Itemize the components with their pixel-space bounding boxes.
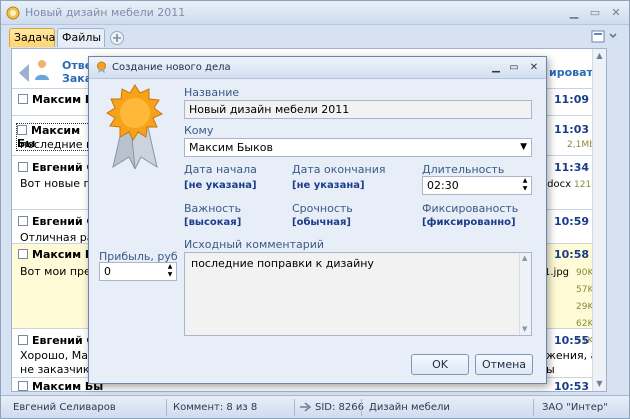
end-date-label: Дата окончания [292, 163, 386, 176]
scroll-up-icon[interactable]: ▲ [522, 254, 527, 262]
urgency-value[interactable]: [обычная] [292, 217, 351, 228]
message-checkbox[interactable] [18, 335, 28, 345]
message-text-2: не заказчик [20, 363, 90, 376]
message-checkbox[interactable] [18, 162, 28, 172]
scroll-up-icon[interactable]: ▲ [595, 51, 604, 60]
duration-value: 02:30 [427, 179, 459, 192]
add-tab-icon[interactable] [109, 30, 125, 46]
dialog-minimize-icon[interactable]: ▁ [487, 60, 505, 75]
profit-value: 0 [104, 265, 111, 278]
duration-label: Длительность [422, 163, 505, 176]
message-checkbox[interactable] [17, 125, 27, 135]
comment-scrollbar[interactable]: ▲ ▼ [519, 253, 531, 335]
status-company: ЗАО "Интер" [542, 402, 608, 413]
status-task: Дизайн мебели [369, 402, 450, 413]
status-sid: SID: 8266 [315, 402, 364, 413]
sid-arrow-icon [300, 402, 312, 412]
attachment-name[interactable]: .docx [544, 179, 571, 190]
start-date-value[interactable]: [не указана] [184, 180, 257, 191]
person-icon [35, 60, 49, 80]
profit-spinner[interactable]: 0 ▲ ▼ [99, 262, 177, 281]
duration-spinner[interactable]: 02:30 ▲ ▼ [422, 176, 532, 195]
message-checkbox[interactable] [18, 94, 28, 104]
to-value: Максим Быков [189, 141, 273, 154]
start-date-label: Дата начала [184, 163, 257, 176]
dialog-badge-icon [97, 61, 106, 73]
fixation-value[interactable]: [фиксированно] [422, 217, 516, 228]
urgency-label: Срочность [292, 202, 353, 215]
name-value: Новый дизайн мебели 2011 [189, 103, 350, 116]
message-time: 11:09 [554, 93, 590, 106]
task-badge-icon [106, 84, 163, 169]
to-combobox[interactable]: Максим Быков ▼ [184, 138, 532, 157]
message-text-right: жения, а [546, 349, 598, 362]
comment-text: последние поправки к дизайну [191, 257, 374, 270]
window-title: Новый дизайн мебели 2011 [25, 6, 186, 19]
chevron-down-icon[interactable]: ▼ [520, 139, 527, 156]
message-time: 11:03 [554, 123, 590, 136]
message-checkbox[interactable] [18, 249, 28, 259]
dialog-titlebar: Создание нового дела ▁ ▭ ✕ [89, 57, 546, 79]
scroll-down-icon[interactable]: ▼ [595, 379, 604, 388]
ok-button[interactable]: OK [411, 354, 469, 375]
dialog-maximize-icon[interactable]: ▭ [505, 60, 523, 75]
vertical-scrollbar[interactable]: ▲ ▼ [592, 49, 606, 391]
end-date-value[interactable]: [не указана] [292, 180, 365, 191]
message-time: 10:59 [554, 215, 590, 228]
to-label: Кому [184, 124, 214, 137]
comment-textarea[interactable]: последние поправки к дизайну ▲ ▼ [184, 252, 532, 336]
importance-label: Важность [184, 202, 242, 215]
attachment-size: 2,1Mb [567, 140, 595, 150]
message-text-right-2: ы [546, 363, 555, 376]
options-icon[interactable] [591, 30, 621, 44]
message-text: Вот новые пр [20, 177, 98, 190]
toolbar-right [591, 30, 621, 47]
message-text: Вот мои пред [20, 265, 99, 278]
tab-task-label: Задача [14, 31, 56, 44]
message-time: 10:55 [554, 334, 590, 347]
message-checkbox[interactable] [18, 216, 28, 226]
attachment-name[interactable]: 1.jpg [544, 267, 569, 278]
name-label: Название [184, 86, 240, 99]
scroll-down-icon[interactable]: ▼ [522, 325, 527, 333]
message-text: Хорошо, Мак [20, 349, 95, 362]
tab-files-label: Файлы [62, 31, 102, 44]
message-time: 10:58 [554, 248, 590, 261]
maximize-icon[interactable]: ▭ [585, 5, 605, 20]
close-icon[interactable]: ✕ [606, 5, 626, 20]
dialog-title: Создание нового дела [112, 62, 231, 73]
status-separator [166, 399, 167, 416]
new-task-dialog: Создание нового дела ▁ ▭ ✕ Название Новы… [88, 56, 547, 384]
status-comments: Коммент: 8 из 8 [173, 402, 258, 413]
status-separator [294, 399, 295, 416]
tab-files[interactable]: Файлы [57, 28, 105, 47]
spinner-arrows-icon[interactable]: ▲ ▼ [520, 177, 530, 193]
fixation-label: Фиксированость [422, 202, 519, 215]
importance-value[interactable]: [высокая] [184, 217, 241, 228]
dialog-close-icon[interactable]: ✕ [525, 60, 543, 75]
status-separator [533, 399, 534, 416]
message-time: 10:53 [554, 380, 590, 392]
tab-task[interactable]: Задача [9, 28, 55, 47]
spinner-arrows-icon[interactable]: ▲ ▼ [165, 263, 175, 279]
message-time: 11:34 [554, 161, 590, 174]
status-separator [361, 399, 362, 416]
cancel-button[interactable]: Отмена [475, 354, 533, 375]
minimize-icon[interactable]: ▁ [564, 5, 584, 20]
status-bar: Евгений Селиваров Коммент: 8 из 8 SID: 8… [1, 395, 629, 418]
message-checkbox[interactable] [18, 381, 28, 391]
name-input[interactable]: Новый дизайн мебели 2011 [184, 100, 532, 119]
comment-label: Исходный комментарий [184, 238, 325, 251]
window-titlebar: Новый дизайн мебели 2011 ▁ ▭ ✕ [1, 1, 629, 25]
status-user: Евгений Селиваров [13, 402, 116, 413]
message-text: последние п [20, 138, 94, 151]
app-icon [6, 6, 20, 20]
back-arrow-icon[interactable] [18, 63, 30, 83]
